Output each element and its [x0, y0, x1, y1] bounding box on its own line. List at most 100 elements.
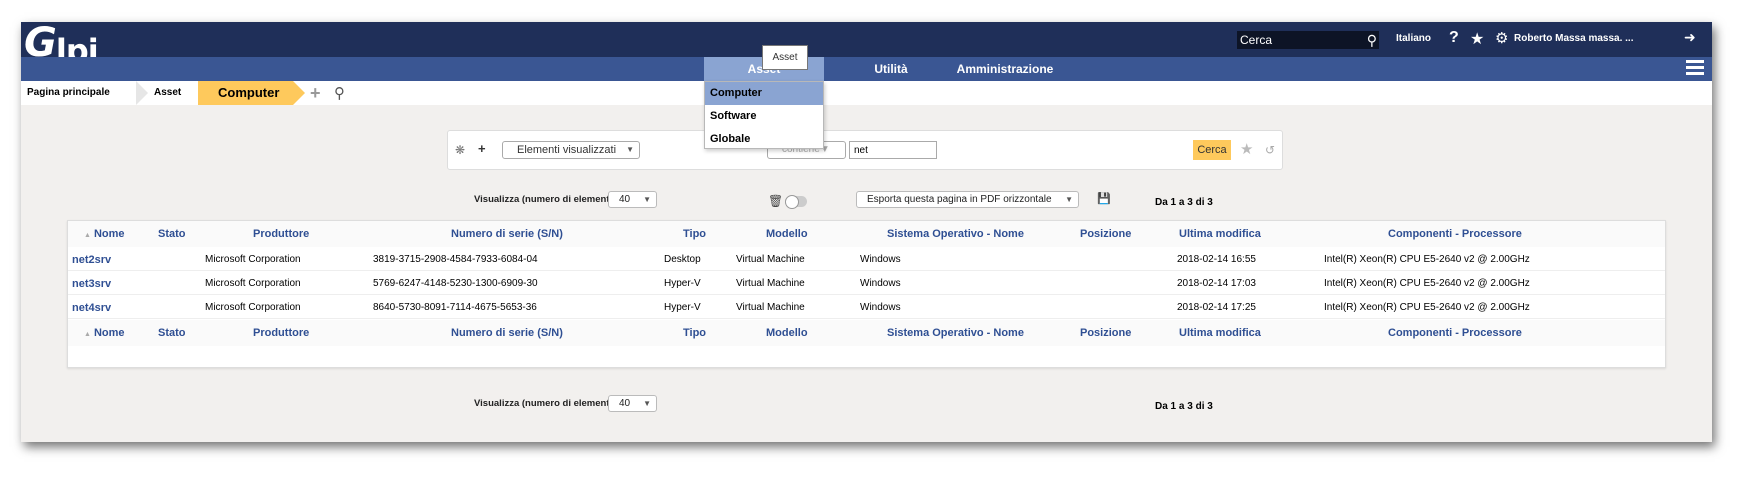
table-cell: 2018-02-14 17:03 [1177, 278, 1256, 289]
table-cell: Microsoft Corporation [205, 278, 301, 289]
table-cell: 8640-5730-8091-7114-4675-5653-36 [373, 302, 537, 313]
per-page-select[interactable]: 40 ▼ [608, 191, 657, 208]
column-header[interactable]: Ultima modifica [1179, 228, 1261, 240]
table-row: net4srv Microsoft Corporation 8640-5730-… [68, 296, 1665, 319]
table-row: net3srv Microsoft Corporation 5769-6247-… [68, 272, 1665, 295]
breadcrumb-asset[interactable]: Asset [136, 81, 196, 105]
gear-icon[interactable]: ⚙ [1495, 29, 1508, 47]
column-header[interactable]: Stato [158, 327, 186, 339]
column-header[interactable]: Produttore [253, 228, 309, 240]
star-icon[interactable]: ★ [1470, 29, 1484, 49]
column-header[interactable]: Modello [766, 228, 808, 240]
column-header[interactable]: Numero di serie (S/N) [451, 327, 563, 339]
top-bar: Glpi ⚲ Italiano ? ★ ⚙ Roberto Massa mass… [21, 22, 1712, 70]
table-row: net2srv Microsoft Corporation 3819-3715-… [68, 248, 1665, 271]
table-cell: Microsoft Corporation [205, 302, 301, 313]
table-cell: Virtual Machine [736, 302, 805, 313]
column-header[interactable]: ▲ Nome [84, 228, 125, 240]
criteria-star-icon[interactable]: ❋ [455, 143, 465, 157]
results-table: ▲ Nome Stato Produttore Numero di serie (… [67, 220, 1666, 368]
table-cell: Hyper-V [664, 302, 701, 313]
export-select[interactable]: Esporta questa pagina in PDF orizzontale… [856, 191, 1079, 208]
per-page-select[interactable]: 40 ▼ [608, 395, 657, 412]
column-header[interactable]: ▲ Nome [84, 327, 125, 339]
column-header[interactable]: Ultima modifica [1179, 327, 1261, 339]
trash-icon[interactable]: 🗑 [768, 194, 783, 208]
column-header[interactable]: Componenti - Processore [1388, 228, 1522, 240]
sort-arrow-icon: ▲ [84, 331, 91, 338]
user-link[interactable]: Roberto Massa massa. ... [1514, 33, 1634, 44]
table-cell: Desktop [664, 254, 701, 265]
add-criteria-icon[interactable]: + [478, 141, 486, 156]
table-cell: Windows [860, 254, 901, 265]
asset-tooltip: Asset [762, 45, 808, 70]
column-header[interactable]: Produttore [253, 327, 309, 339]
save-search-star-icon[interactable]: ★ [1240, 140, 1253, 158]
menu-item-amministrazione[interactable]: Amministrazione [945, 57, 1065, 81]
main-menu: Asset Utilità Amministrazione [21, 57, 1712, 81]
table-cell: Virtual Machine [736, 278, 805, 289]
per-page-label: Visualizza (numero di elementi) [474, 398, 616, 409]
table-cell: Microsoft Corporation [205, 254, 301, 265]
app-window: Glpi ⚲ Italiano ? ★ ⚙ Roberto Massa mass… [21, 22, 1712, 442]
table-cell: Intel(R) Xeon(R) CPU E5-2640 v2 @ 2.00GH… [1324, 254, 1530, 265]
search-icon[interactable]: ⚲ [1367, 32, 1377, 49]
dropdown-item-computer[interactable]: Computer [705, 82, 823, 105]
search-field-value: Elementi visualizzati [517, 144, 617, 156]
table-cell: Hyper-V [664, 278, 701, 289]
reset-icon[interactable]: ↺ [1265, 143, 1275, 157]
per-page-label: Visualizza (numero di elementi) [474, 194, 616, 205]
table-cell: Virtual Machine [736, 254, 805, 265]
search-field-select[interactable]: Elementi visualizzati ▼ [502, 141, 640, 159]
column-header[interactable]: Stato [158, 228, 186, 240]
add-icon[interactable]: + [310, 83, 321, 104]
table-cell: Windows [860, 278, 901, 289]
global-search: ⚲ [1237, 31, 1379, 49]
menu-item-utilita[interactable]: Utilità [861, 57, 921, 81]
breadcrumb: Pagina principale Asset Computer + ⚲ [21, 81, 1712, 105]
chevron-down-icon: ▼ [643, 399, 651, 408]
computer-name-link[interactable]: net3srv [72, 278, 111, 290]
chevron-down-icon: ▼ [626, 145, 634, 154]
breadcrumb-computer[interactable]: Computer [198, 81, 305, 105]
hamburger-menu-icon[interactable] [1686, 60, 1704, 76]
table-header: ▲ Nome Stato Produttore Numero di serie (… [68, 221, 1665, 247]
chevron-down-icon: ▼ [643, 195, 651, 204]
export-value: Esporta questa pagina in PDF orizzontale [867, 194, 1052, 205]
language-link[interactable]: Italiano [1396, 33, 1431, 44]
global-search-input[interactable] [1237, 31, 1355, 49]
result-count: Da 1 a 3 di 3 [1155, 401, 1213, 412]
search-value-input[interactable] [849, 141, 937, 159]
per-page-value: 40 [619, 398, 631, 409]
dropdown-item-globale[interactable]: Globale [705, 128, 823, 151]
search-icon[interactable]: ⚲ [334, 84, 345, 102]
column-header[interactable]: Sistema Operativo - Nome [887, 228, 1024, 240]
table-cell: Intel(R) Xeon(R) CPU E5-2640 v2 @ 2.00GH… [1324, 302, 1530, 313]
result-count: Da 1 a 3 di 3 [1155, 197, 1213, 208]
column-header[interactable]: Tipo [683, 228, 706, 240]
export-save-icon[interactable]: 💾 [1097, 192, 1111, 205]
column-header[interactable]: Posizione [1080, 228, 1131, 240]
sort-arrow-icon: ▲ [84, 232, 91, 239]
column-header[interactable]: Tipo [683, 327, 706, 339]
table-footer: ▲ Nome Stato Produttore Numero di serie (… [68, 320, 1665, 346]
column-header[interactable]: Sistema Operativo - Nome [887, 327, 1024, 339]
column-header[interactable]: Numero di serie (S/N) [451, 228, 563, 240]
search-button[interactable]: Cerca [1193, 140, 1231, 160]
breadcrumb-home[interactable]: Pagina principale [21, 81, 136, 105]
help-icon[interactable]: ? [1449, 29, 1459, 47]
column-header[interactable]: Componenti - Processore [1388, 327, 1522, 339]
asset-dropdown: Computer Software Globale [704, 81, 824, 149]
computer-name-link[interactable]: net2srv [72, 254, 111, 266]
logout-icon[interactable]: ➜ [1684, 29, 1696, 46]
dropdown-item-software[interactable]: Software [705, 105, 823, 128]
table-cell: 2018-02-14 16:55 [1177, 254, 1256, 265]
chevron-down-icon: ▼ [1065, 195, 1073, 204]
column-header[interactable]: Posizione [1080, 327, 1131, 339]
computer-name-link[interactable]: net4srv [72, 302, 111, 314]
column-header[interactable]: Modello [766, 327, 808, 339]
per-page-value: 40 [619, 194, 631, 205]
table-cell: Windows [860, 302, 901, 313]
table-cell: 3819-3715-2908-4584-7933-6084-04 [373, 254, 538, 265]
deleted-toggle[interactable] [785, 195, 807, 209]
